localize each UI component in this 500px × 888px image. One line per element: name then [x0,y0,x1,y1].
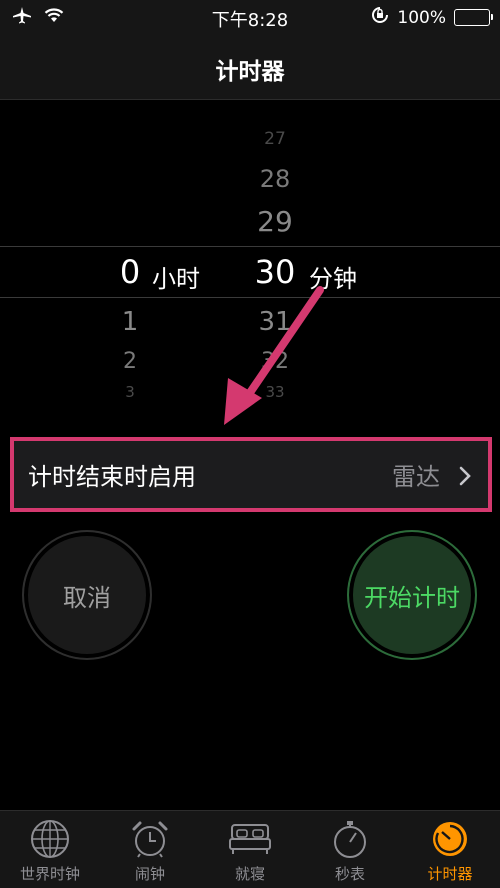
stopwatch-icon [334,821,366,858]
tab-label: 世界时钟 [19,865,80,883]
globe-icon [31,820,69,858]
tab-label: 闹钟 [134,865,165,883]
time-picker[interactable]: 27 28 29 0 小时 30 分钟 1 2 3 31 32 33 [0,101,500,416]
minute-option[interactable]: 29 [245,205,305,238]
minute-option[interactable]: 27 [245,129,305,149]
minute-option[interactable]: 33 [245,383,305,401]
cancel-button[interactable]: 取消 [22,530,152,660]
minute-option[interactable]: 32 [245,349,305,374]
page-title: 计时器 [215,59,285,85]
minute-option[interactable]: 28 [245,165,305,193]
battery-icon [454,9,493,26]
bed-icon [229,824,271,854]
hour-selected[interactable]: 0 [100,253,160,291]
minute-option[interactable]: 31 [245,307,305,337]
chevron-right-icon [458,465,472,491]
orientation-lock-icon [371,6,389,29]
hour-option[interactable]: 3 [100,383,160,401]
when-timer-ends-label: 计时结束时启用 [28,463,196,491]
minute-selected[interactable]: 30 [245,253,305,291]
hour-unit-label: 小时 [152,265,200,293]
minute-unit-label: 分钟 [309,265,357,293]
tab-world-clock[interactable]: 世界时钟 [0,811,100,888]
status-bar: 下午8:28 100% [0,0,500,36]
tab-bedtime[interactable]: 就寝 [200,811,300,888]
navigation-bar: 计时器 [0,36,500,100]
tab-label: 就寝 [234,865,265,883]
sound-value: 雷达 [392,463,440,491]
tab-timer[interactable]: 计时器 [400,811,500,888]
hour-option[interactable]: 1 [100,307,160,337]
tab-bar: 世界时钟 闹钟 就寝 秒表 计时器 [0,810,500,888]
alarm-clock-icon [132,821,168,858]
timer-icon [433,822,467,856]
battery-percent: 100% [397,7,446,28]
tab-label: 秒表 [334,865,365,883]
tab-label: 计时器 [427,865,473,883]
start-button[interactable]: 开始计时 [347,530,477,660]
when-timer-ends-row[interactable]: 计时结束时启用 雷达 [10,437,492,512]
tab-stopwatch[interactable]: 秒表 [300,811,400,888]
hour-option[interactable]: 2 [100,349,160,374]
tab-alarm[interactable]: 闹钟 [100,811,200,888]
